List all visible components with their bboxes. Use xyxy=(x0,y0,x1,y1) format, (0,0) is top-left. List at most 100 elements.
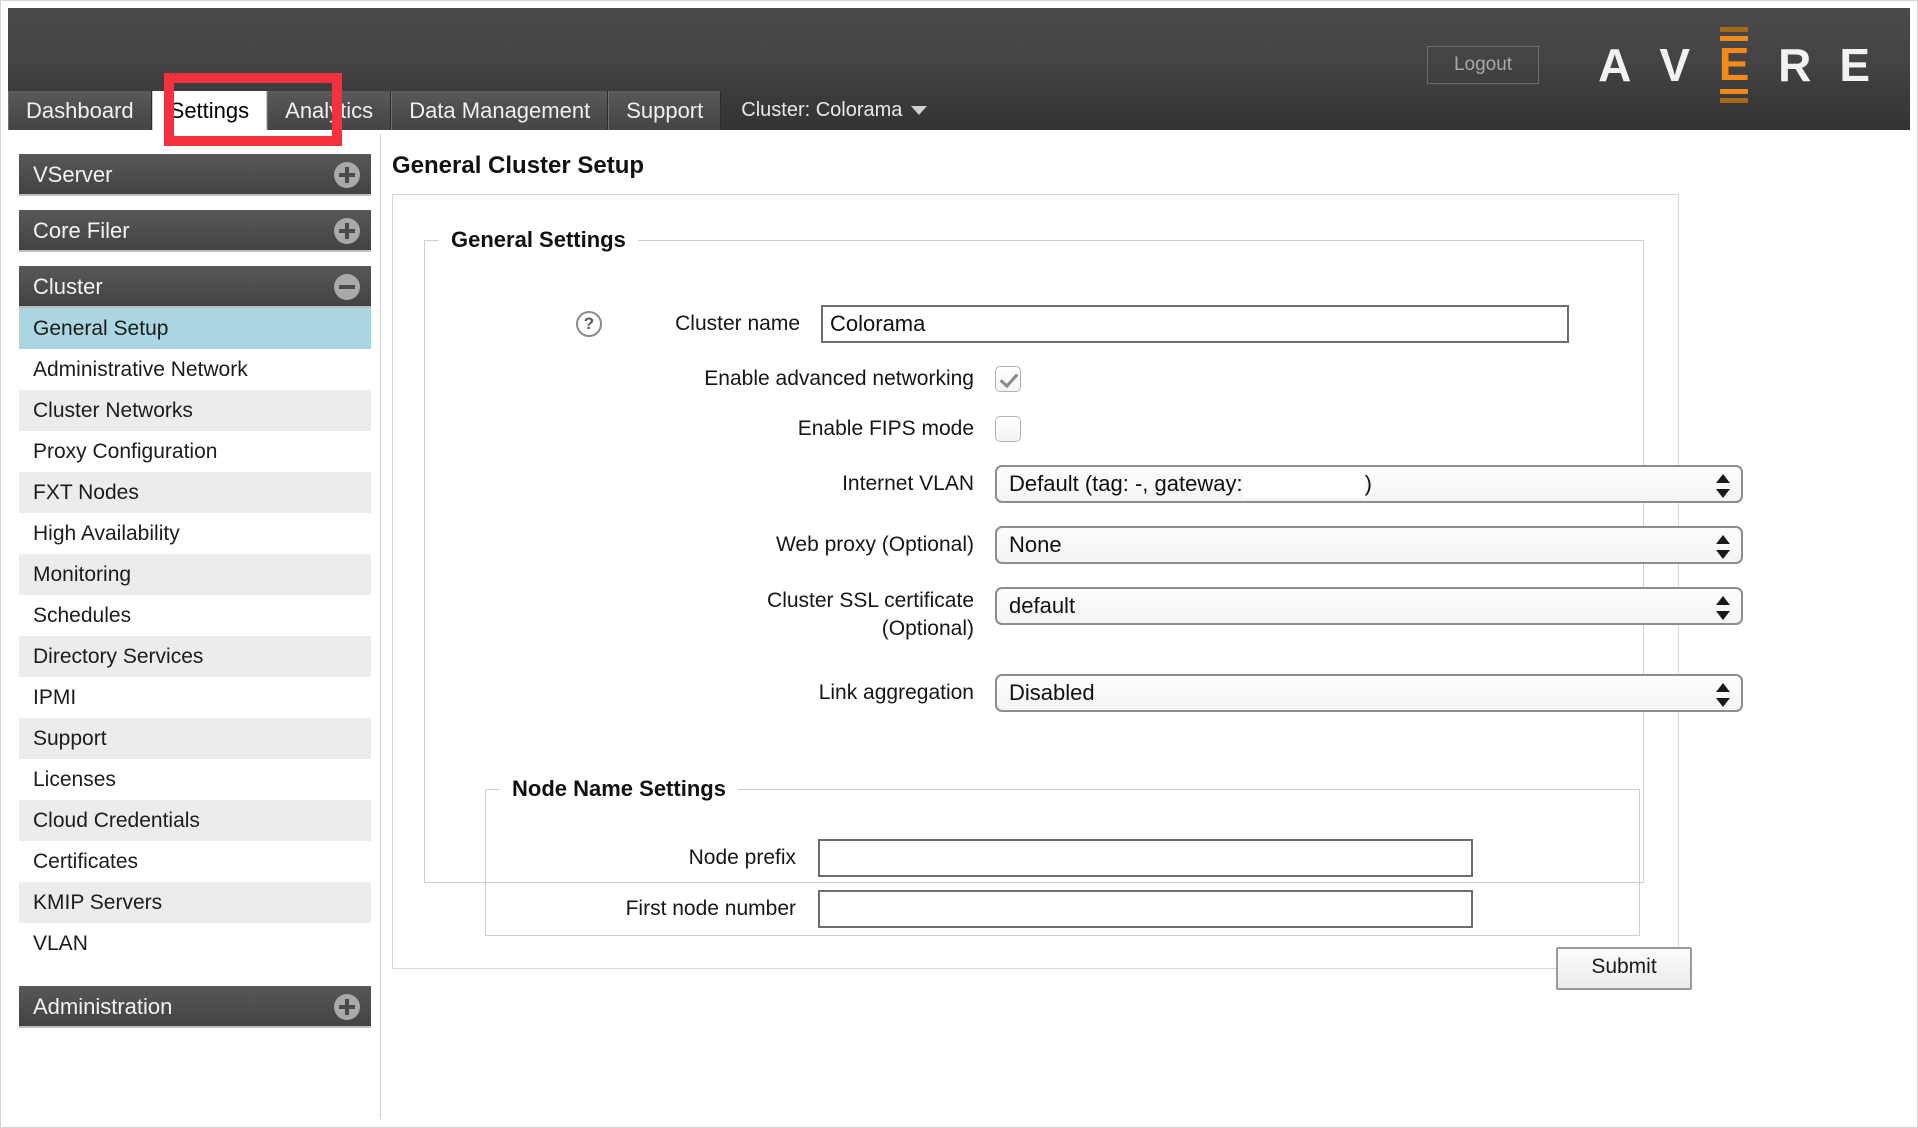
sidebar-header-vserver[interactable]: VServer xyxy=(19,154,371,196)
sidebar-group-cluster: Cluster General Setup Administrative Net… xyxy=(19,266,371,964)
tab-support[interactable]: Support xyxy=(608,91,722,130)
sidebar-header-core-filer-label: Core Filer xyxy=(33,218,130,243)
node-name-settings-section: Node Name Settings Node prefix First nod… xyxy=(485,776,1640,936)
sidebar-item-schedules[interactable]: Schedules xyxy=(19,595,371,636)
page-title: General Cluster Setup xyxy=(392,152,645,179)
app-window: Logout A V E R E Dashboard Settings Anal… xyxy=(0,0,1918,1128)
sidebar-item-cloud-credentials[interactable]: Cloud Credentials xyxy=(19,800,371,841)
field-row-cluster-ssl-certificate: Cluster SSL certificate (Optional) defau… xyxy=(576,587,1743,643)
sidebar-item-certificates[interactable]: Certificates xyxy=(19,841,371,882)
logo-letter-r: R xyxy=(1778,39,1812,91)
node-name-settings-legend: Node Name Settings xyxy=(512,776,726,801)
tab-settings[interactable]: Settings xyxy=(151,91,268,130)
sidebar-item-directory-services[interactable]: Directory Services xyxy=(19,636,371,677)
logo-letter-v: V xyxy=(1659,39,1691,91)
tab-dashboard[interactable]: Dashboard xyxy=(8,91,152,130)
sidebar: VServer Core Filer Cluster General Setup… xyxy=(9,134,381,1119)
submit-button[interactable]: Submit xyxy=(1556,947,1692,990)
cluster-ssl-certificate-label-line2: (Optional) xyxy=(881,617,974,640)
sidebar-group-administration: Administration xyxy=(19,986,371,1028)
content-panel: General Settings ? Cluster name Enable a… xyxy=(392,194,1743,990)
redacted-gateway-value xyxy=(1242,472,1365,499)
sidebar-item-ipmi[interactable]: IPMI xyxy=(19,677,371,718)
logo-letter-e-accent: E xyxy=(1718,22,1750,108)
sidebar-item-general-setup[interactable]: General Setup xyxy=(19,308,371,349)
web-proxy-select[interactable]: None xyxy=(995,526,1743,564)
general-settings-legend: General Settings xyxy=(451,227,626,252)
logo-letter-e2: E xyxy=(1839,39,1870,91)
field-row-web-proxy: Web proxy (Optional) None xyxy=(576,526,1743,564)
cluster-selector-label: Cluster: Colorama xyxy=(741,99,903,121)
chevron-updown-icon xyxy=(1716,534,1730,560)
main-tab-bar: Dashboard Settings Analytics Data Manage… xyxy=(8,91,944,130)
sidebar-item-cluster-networks[interactable]: Cluster Networks xyxy=(19,390,371,431)
field-row-enable-fips-mode: Enable FIPS mode xyxy=(576,415,1021,443)
internet-vlan-value-suffix: ) xyxy=(1364,471,1372,496)
tab-data-management[interactable]: Data Management xyxy=(391,91,609,130)
web-proxy-value: None xyxy=(1009,532,1062,557)
internet-vlan-select[interactable]: Default (tag: -, gateway:) xyxy=(995,465,1743,503)
sidebar-item-proxy-configuration[interactable]: Proxy Configuration xyxy=(19,431,371,472)
logo-bar-bottom-outer xyxy=(1720,97,1749,103)
sidebar-header-core-filer[interactable]: Core Filer xyxy=(19,210,371,252)
sidebar-item-vlan[interactable]: VLAN xyxy=(19,923,371,964)
cluster-ssl-certificate-value: default xyxy=(1009,593,1076,618)
enable-advanced-networking-checkbox[interactable] xyxy=(995,366,1021,392)
internet-vlan-label: Internet VLAN xyxy=(842,472,974,495)
sidebar-item-administrative-network[interactable]: Administrative Network xyxy=(19,349,371,390)
chevron-updown-icon xyxy=(1716,595,1730,621)
plus-icon[interactable] xyxy=(334,218,360,244)
plus-icon[interactable] xyxy=(334,162,360,188)
link-aggregation-value: Disabled xyxy=(1009,680,1095,705)
sidebar-header-administration[interactable]: Administration xyxy=(19,986,371,1028)
field-row-first-node-number: First node number xyxy=(519,890,1473,928)
enable-fips-mode-label: Enable FIPS mode xyxy=(797,417,974,440)
cluster-ssl-certificate-select[interactable]: default xyxy=(995,587,1743,625)
node-prefix-label: Node prefix xyxy=(688,846,796,869)
link-aggregation-select[interactable]: Disabled xyxy=(995,674,1743,712)
cluster-selector[interactable]: Cluster: Colorama xyxy=(721,91,944,130)
plus-icon[interactable] xyxy=(334,994,360,1020)
chevron-updown-icon xyxy=(1716,682,1730,708)
sidebar-header-vserver-label: VServer xyxy=(33,162,113,187)
link-aggregation-label: Link aggregation xyxy=(818,681,974,704)
chevron-down-icon xyxy=(911,106,928,115)
cluster-name-label: Cluster name xyxy=(675,312,800,335)
field-row-internet-vlan: Internet VLAN Default (tag: -, gateway:) xyxy=(576,465,1743,503)
sidebar-item-licenses[interactable]: Licenses xyxy=(19,759,371,800)
chevron-updown-icon xyxy=(1716,473,1730,499)
sidebar-header-cluster-label: Cluster xyxy=(33,274,103,299)
sidebar-item-kmip-servers[interactable]: KMIP Servers xyxy=(19,882,371,923)
node-prefix-input[interactable] xyxy=(818,839,1473,877)
sidebar-header-administration-label: Administration xyxy=(33,994,173,1019)
logo-letter-e: E xyxy=(1718,38,1750,91)
sidebar-group-vserver: VServer xyxy=(19,154,371,196)
web-proxy-label: Web proxy (Optional) xyxy=(775,533,974,556)
enable-fips-mode-checkbox[interactable] xyxy=(995,416,1021,442)
minus-icon[interactable] xyxy=(334,274,360,300)
tab-analytics[interactable]: Analytics xyxy=(267,91,392,130)
logo-bar-bottom-inner xyxy=(1720,88,1749,94)
field-row-link-aggregation: Link aggregation Disabled xyxy=(576,674,1743,712)
first-node-number-input[interactable] xyxy=(818,890,1473,928)
cluster-name-input[interactable] xyxy=(821,305,1569,343)
internet-vlan-value-prefix: Default (tag: -, gateway: xyxy=(1009,471,1243,496)
logo-letter-a: A xyxy=(1598,39,1632,91)
logout-button[interactable]: Logout xyxy=(1427,46,1539,84)
sidebar-group-core-filer: Core Filer xyxy=(19,210,371,252)
logo-bar-top-outer xyxy=(1720,27,1749,33)
general-settings-section: General Settings ? Cluster name Enable a… xyxy=(424,227,1743,990)
sidebar-header-cluster[interactable]: Cluster xyxy=(19,266,371,308)
sidebar-item-high-availability[interactable]: High Availability xyxy=(19,513,371,554)
field-row-node-prefix: Node prefix xyxy=(519,839,1473,877)
field-row-cluster-name: ? Cluster name xyxy=(576,305,1569,343)
enable-advanced-networking-label: Enable advanced networking xyxy=(704,367,974,390)
cluster-ssl-certificate-label-line1: Cluster SSL certificate xyxy=(767,589,974,612)
sidebar-item-fxt-nodes[interactable]: FXT Nodes xyxy=(19,472,371,513)
field-row-enable-advanced-networking: Enable advanced networking xyxy=(576,365,1021,393)
sidebar-item-monitoring[interactable]: Monitoring xyxy=(19,554,371,595)
sidebar-item-support[interactable]: Support xyxy=(19,718,371,759)
cluster-ssl-certificate-label-wrap: Cluster SSL certificate (Optional) xyxy=(576,587,974,643)
main-content: General Cluster Setup General Settings ?… xyxy=(383,134,1909,1119)
help-icon[interactable]: ? xyxy=(576,311,602,337)
